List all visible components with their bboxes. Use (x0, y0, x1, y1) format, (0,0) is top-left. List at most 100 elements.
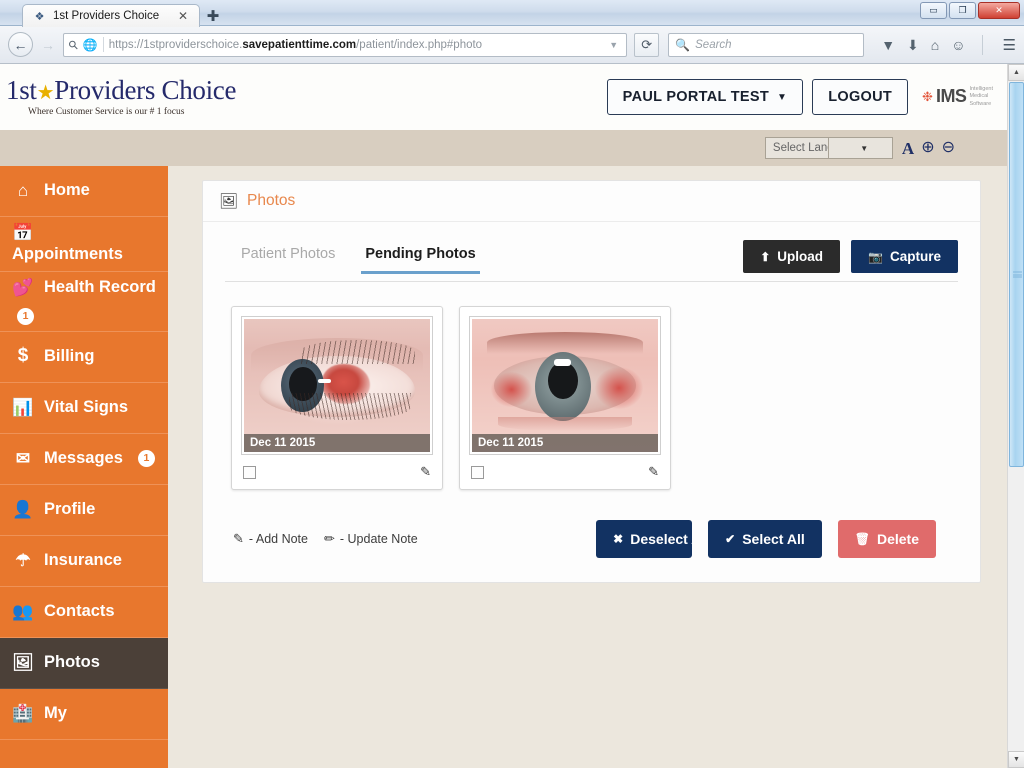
sidebar-item-insurance[interactable]: ☂ Insurance (0, 536, 168, 587)
language-select-value: Select Lang (772, 142, 829, 154)
sidebar-item-health-record[interactable]: 💕 Health Record 1 (0, 272, 168, 332)
sidebar-item-vital-signs[interactable]: 📊 Vital Signs (0, 383, 168, 434)
sidebar-item-label: Health Record (44, 277, 156, 296)
scrollbar-grip (1013, 270, 1022, 279)
sidebar-item-appointments[interactable]: 📅 Appointments (0, 217, 168, 272)
search-placeholder: Search (695, 38, 732, 51)
delete-label: Delete (876, 531, 919, 547)
url-dropdown-icon[interactable]: ▼ (606, 40, 621, 50)
sidebar-item-contacts[interactable]: 👥 Contacts (0, 587, 168, 638)
browser-navbar: ← → ⚲ 🌐 https://1stproviderschoice.savep… (0, 26, 1024, 64)
url-separator (102, 37, 104, 52)
add-note-icon[interactable]: ✎ (420, 464, 431, 480)
check-icon: ✔ (725, 532, 736, 546)
tab-row: Patient Photos Pending Photos ⬆ Upload 📷 (225, 240, 958, 282)
select-all-button[interactable]: ✔ Select All (708, 520, 822, 558)
back-button[interactable]: ← (8, 32, 33, 57)
user-menu-button[interactable]: PAUL PORTAL TEST ▼ (606, 79, 804, 115)
photo-thumbnail[interactable]: Dec 11 2015 (472, 319, 658, 452)
photo-card[interactable]: Dec 11 2015 ✎ (231, 306, 443, 490)
logo-star-icon: ★ (36, 82, 55, 104)
page-viewport: 1st★Providers Choice Where Customer Serv… (0, 64, 1024, 768)
site-identity-icon[interactable]: 🌐 (83, 38, 98, 52)
scrollbar-thumb[interactable] (1009, 82, 1024, 467)
favicon-icon: ❖ (34, 10, 45, 23)
delete-button[interactable]: 🗑 Delete (837, 520, 936, 558)
ims-logo: ❉ IMS Intelligent Medical Software (917, 86, 993, 108)
upload-button[interactable]: ⬆ Upload (743, 240, 841, 273)
photo-select-checkbox[interactable] (471, 465, 484, 479)
heartbeat-icon: 💕 (12, 277, 34, 297)
sidebar-item-label: Appointments (12, 245, 123, 264)
window-titlebar: ❖ 1st Providers Choice ✕ ✚ ▭ ❐ ✕ (0, 0, 1024, 27)
ims-subtitle: Intelligent Medical Software (969, 86, 993, 108)
scroll-up-button[interactable]: ▲ (1008, 64, 1024, 81)
language-select[interactable]: Select Lang ▼ (764, 137, 893, 159)
home-icon[interactable]: ⌂ (931, 38, 939, 52)
sidebar-item-messages[interactable]: ✉ Messages 1 (0, 434, 168, 485)
reload-button[interactable]: ⟳ (634, 32, 660, 57)
chat-smiley-icon[interactable]: ☺ (951, 38, 965, 52)
chevron-down-icon: ▼ (777, 91, 788, 103)
capture-button[interactable]: 📷 Capture (851, 240, 958, 273)
photo-date-caption: Dec 11 2015 (244, 434, 430, 452)
trash-icon: 🗑 (854, 532, 870, 546)
sidebar-item-home[interactable]: ⌂ Home (0, 166, 168, 217)
search-bar[interactable]: 🔍 Search (668, 32, 865, 57)
upload-icon: ⬆ (760, 249, 771, 264)
scroll-down-button[interactable]: ▼ (1008, 751, 1024, 768)
pocket-icon[interactable]: ▼ (881, 38, 895, 52)
sidebar-item-billing[interactable]: $ Billing (0, 332, 168, 383)
restore-button[interactable]: ❐ (949, 2, 976, 19)
deselect-all-button[interactable]: ✖ Deselect All (596, 520, 693, 558)
panel-header: 🖼 Photos (203, 181, 980, 222)
close-window-button[interactable]: ✕ (978, 2, 1020, 19)
page-scrollbar[interactable]: ▲ ▼ (1007, 64, 1024, 768)
photo-card-footer: ✎ (241, 455, 433, 480)
home-icon: ⌂ (17, 180, 29, 200)
add-note-icon[interactable]: ✎ (648, 464, 659, 480)
site-logo[interactable]: 1st★Providers Choice Where Customer Serv… (4, 77, 236, 118)
tab-pending-photos[interactable]: Pending Photos (361, 240, 481, 274)
sidebar-badge: 1 (17, 307, 34, 325)
navbar-divider (981, 34, 983, 55)
logout-button[interactable]: LOGOUT (812, 79, 909, 115)
chevron-down-icon[interactable]: ▼ (828, 138, 892, 158)
legend-add-note: ✎ - Add Note (233, 531, 308, 547)
zoom-in-icon[interactable]: ⊕ (921, 140, 934, 156)
add-note-icon: ✎ (233, 531, 244, 546)
panel-body: Patient Photos Pending Photos ⬆ Upload 📷 (203, 222, 980, 582)
new-tab-button[interactable]: ✚ (200, 5, 226, 26)
photo-select-checkbox[interactable] (243, 465, 256, 479)
ims-sub-3: Software (969, 100, 992, 107)
minimize-button[interactable]: ▭ (920, 2, 947, 19)
sidebar-item-label: Vital Signs (44, 397, 129, 416)
sidebar-item-profile[interactable]: 👤 Profile (0, 485, 168, 536)
zoom-out-icon[interactable]: ⊖ (942, 140, 955, 156)
calendar-icon: 📅 (12, 223, 34, 242)
sidebar-item-label: Billing (44, 346, 95, 365)
close-tab-icon[interactable]: ✕ (176, 10, 190, 22)
photo-date-caption: Dec 11 2015 (472, 434, 658, 452)
navbar-icon-group: ▼ ⬇ ⌂ ☺ ☰ (869, 34, 1016, 55)
tab-patient-photos[interactable]: Patient Photos (237, 240, 339, 273)
download-icon[interactable]: ⬇ (907, 38, 919, 52)
image-icon: 🖼 (219, 193, 239, 210)
sidebar-item-photos[interactable]: 🖼 Photos (0, 637, 168, 689)
page-body: ⌂ Home 📅 Appointments 💕 Health Record 1 … (0, 166, 1007, 768)
main-content: 🖼 Photos Patient Photos Pending Photos ⬆… (168, 166, 1007, 768)
window-controls: ▭ ❐ ✕ (920, 2, 1020, 19)
site-header: 1st★Providers Choice Where Customer Serv… (0, 64, 1007, 130)
photo-thumbnail[interactable]: Dec 11 2015 (244, 319, 430, 452)
sidebar: ⌂ Home 📅 Appointments 💕 Health Record 1 … (0, 166, 184, 768)
photo-frame: Dec 11 2015 (469, 316, 661, 455)
logo-tagline: Where Customer Service is our # 1 focus (28, 107, 185, 117)
image-icon: 🖼 (12, 652, 34, 672)
forward-button[interactable]: → (38, 33, 58, 57)
url-bar[interactable]: ⚲ 🌐 https://1stproviderschoice.savepatie… (63, 32, 628, 57)
hamburger-menu-icon[interactable]: ☰ (995, 36, 1016, 54)
photo-card[interactable]: Dec 11 2015 ✎ (459, 306, 671, 490)
reset-font-size-icon[interactable]: A (902, 140, 914, 157)
browser-tab[interactable]: ❖ 1st Providers Choice ✕ (22, 4, 200, 27)
sidebar-item-my[interactable]: 🏥 My (0, 689, 168, 740)
